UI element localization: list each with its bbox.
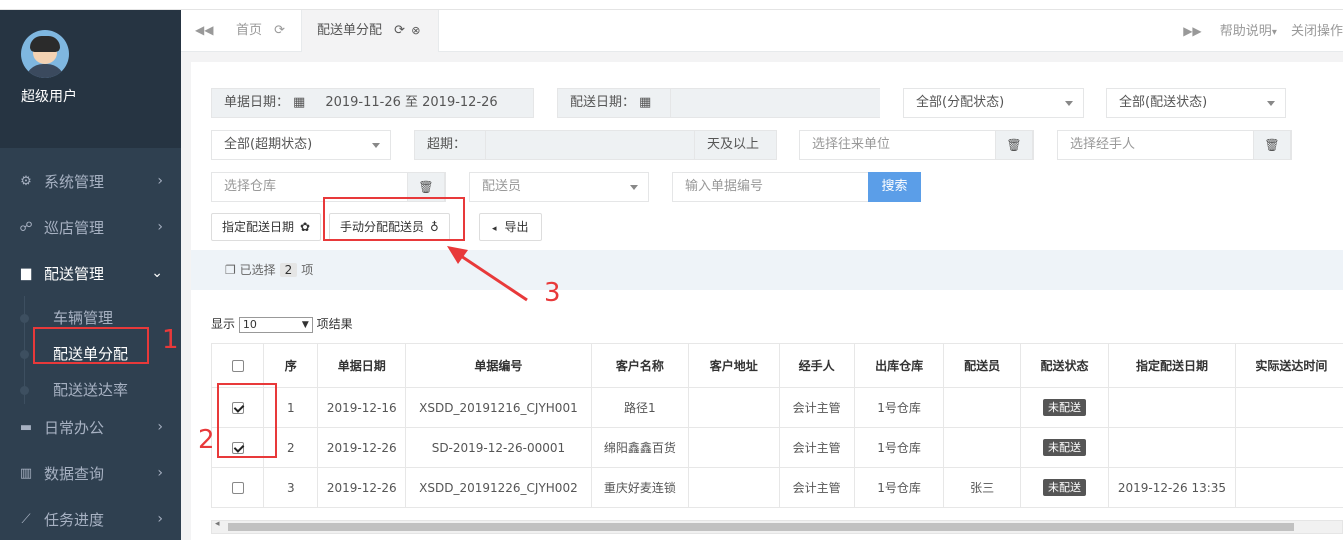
annotation-arrow bbox=[447, 246, 528, 302]
